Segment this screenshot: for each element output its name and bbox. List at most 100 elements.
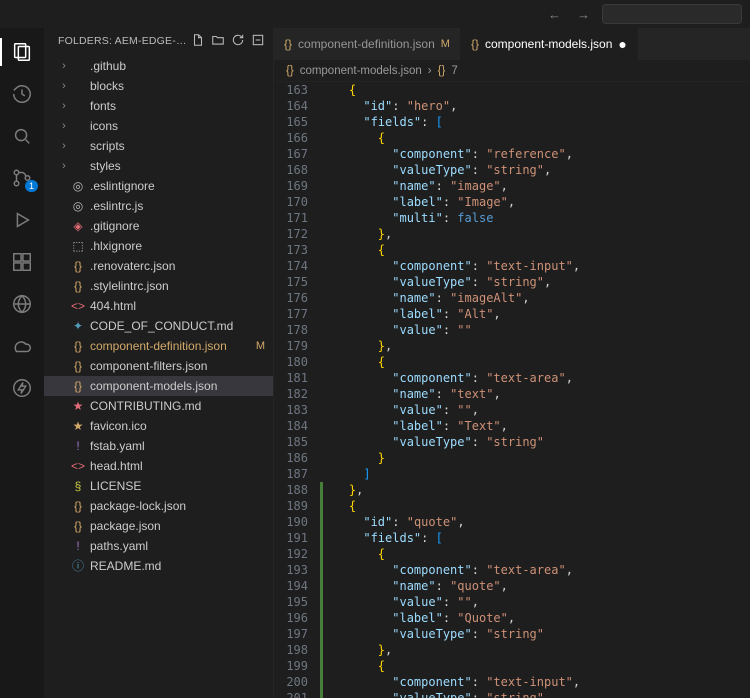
breadcrumb[interactable]: {} component-models.json › {} 7 [274,60,750,82]
file-name: .renovaterc.json [90,256,251,276]
file-item[interactable]: {}component-definition.jsonM [44,336,273,356]
file-item[interactable]: {}.stylelintrc.json [44,276,273,296]
file-name: fonts [90,96,251,116]
file-name: paths.yaml [90,536,251,556]
file-icon: ★ [70,416,86,436]
tab-modified-indicator: M [441,38,450,50]
file-item[interactable]: <>404.html [44,296,273,316]
editor-tab[interactable]: {} component-models.json ● [461,28,638,60]
file-tree[interactable]: ›.github›blocks›fonts›icons›scripts›styl… [44,54,273,698]
file-name: 404.html [90,296,251,316]
file-item[interactable]: ⓘREADME.md [44,556,273,576]
source-control-icon[interactable]: 1 [0,160,44,196]
file-name: blocks [90,76,251,96]
file-icon: § [70,476,86,496]
remote-icon[interactable] [0,286,44,322]
cloud-icon[interactable] [0,328,44,364]
run-debug-icon[interactable] [0,202,44,238]
refresh-icon[interactable] [231,33,245,50]
editor-tab[interactable]: {} component-definition.json M [274,28,461,60]
file-icon: ◈ [70,216,86,236]
file-item[interactable]: {}.renovaterc.json [44,256,273,276]
folder-item[interactable]: ›icons [44,116,273,136]
file-icon: {} [70,256,86,276]
file-icon: {} [70,276,86,296]
file-icon: ◎ [70,196,86,216]
explorer-sidebar: FOLDERS: AEM-EDGE-GETTING-… ›.github›blo… [44,28,274,698]
file-item[interactable]: ◎.eslintrc.js [44,196,273,216]
file-name: CODE_OF_CONDUCT.md [90,316,251,336]
file-icon: {} [70,356,86,376]
file-name: .gitignore [90,216,251,236]
file-name: .eslintignore [90,176,251,196]
file-name: component-models.json [90,376,251,396]
timeline-icon[interactable] [0,76,44,112]
file-item[interactable]: ⬚.hlxignore [44,236,273,256]
file-item[interactable]: <>head.html [44,456,273,476]
file-icon: ⓘ [70,556,86,576]
tab-file-icon: {} [284,37,292,51]
nav-back-icon[interactable]: ← [544,7,565,22]
tab-file-icon: {} [471,37,479,51]
new-folder-icon[interactable] [211,33,225,50]
tab-label: component-models.json [485,37,612,51]
file-item[interactable]: ★CONTRIBUTING.md [44,396,273,416]
file-item[interactable]: ★favicon.ico [44,416,273,436]
titlebar: ← → [0,0,750,28]
breadcrumb-sep: › [428,65,432,77]
code-content[interactable]: { "id": "hero", "fields": [ { "component… [320,82,750,698]
folder-item[interactable]: ›.github [44,56,273,76]
file-name: LICENSE [90,476,251,496]
folder-item[interactable]: ›blocks [44,76,273,96]
file-name: .stylelintrc.json [90,276,251,296]
tab-label: component-definition.json [298,37,435,51]
file-name: README.md [90,556,251,576]
breadcrumb-sym-icon: {} [438,65,446,77]
nav-forward-icon[interactable]: → [573,7,594,22]
editor-tabs: {} component-definition.json M {} component-… [274,28,750,60]
folder-item[interactable]: ›styles [44,156,273,176]
file-item[interactable]: !paths.yaml [44,536,273,556]
diff-added-marker [320,482,323,698]
tab-dirty-indicator: ● [618,36,626,52]
file-icon: ⬚ [70,236,86,256]
file-name: component-definition.json [90,336,251,356]
file-icon: {} [70,516,86,536]
lightning-icon[interactable] [0,370,44,406]
file-icon: ✦ [70,316,86,336]
file-name: .eslintrc.js [90,196,251,216]
file-name: favicon.ico [90,416,251,436]
new-file-icon[interactable] [191,33,205,50]
command-search-input[interactable] [602,4,742,24]
file-item[interactable]: {}component-models.json [44,376,273,396]
extensions-icon[interactable] [0,244,44,280]
file-name: styles [90,156,251,176]
file-item[interactable]: ◈.gitignore [44,216,273,236]
file-icon: {} [70,376,86,396]
file-icon: {} [70,336,86,356]
file-item[interactable]: ◎.eslintignore [44,176,273,196]
file-item[interactable]: §LICENSE [44,476,273,496]
folder-header-label: FOLDERS: AEM-EDGE-GETTING-… [58,35,191,47]
file-icon: ◎ [70,176,86,196]
file-icon: ★ [70,396,86,416]
file-name: .hlxignore [90,236,251,256]
breadcrumb-symbol: 7 [451,65,457,77]
breadcrumb-file: component-models.json [300,65,422,77]
file-icon: <> [70,456,86,476]
file-item[interactable]: {}component-filters.json [44,356,273,376]
file-name: CONTRIBUTING.md [90,396,251,416]
editor-area: {} component-definition.json M {} component-… [274,28,750,698]
file-item[interactable]: {}package-lock.json [44,496,273,516]
file-item[interactable]: !fstab.yaml [44,436,273,456]
collapse-icon[interactable] [251,33,265,50]
file-name: .github [90,56,251,76]
folder-item[interactable]: ›scripts [44,136,273,156]
file-item[interactable]: {}package.json [44,516,273,536]
explorer-icon[interactable] [0,34,44,70]
breadcrumb-file-icon: {} [286,65,294,77]
file-item[interactable]: ✦CODE_OF_CONDUCT.md [44,316,273,336]
code-editor[interactable]: 1631641651661671681691701711721731741751… [274,82,750,698]
search-icon[interactable] [0,118,44,154]
folder-item[interactable]: ›fonts [44,96,273,116]
